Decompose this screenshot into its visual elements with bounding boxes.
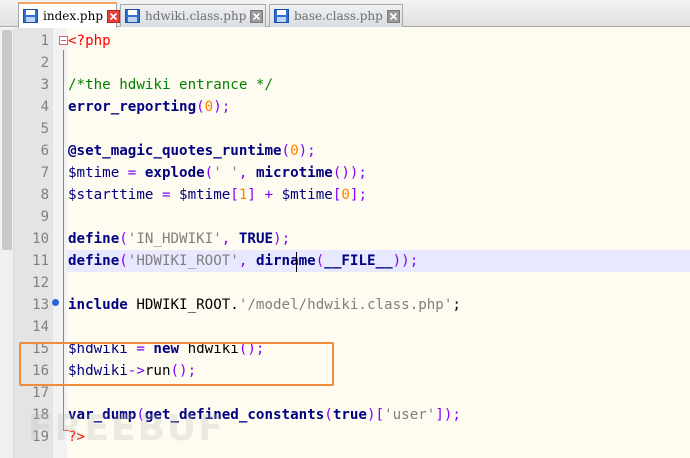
code-text[interactable]: define('IN_HDWIKI', TRUE); — [68, 228, 290, 250]
line-number: 6 — [40, 143, 49, 159]
code-line: 10 define('IN_HDWIKI', TRUE); — [0, 228, 690, 250]
code-line: 7 $mtime = explode(' ', microtime()); — [0, 162, 690, 184]
line-number: 8 — [40, 187, 49, 203]
code-line: 4 error_reporting(0); — [0, 96, 690, 118]
code-line: 9 — [0, 206, 690, 228]
line-number: 13 — [32, 297, 49, 313]
save-file-icon — [125, 9, 140, 23]
line-number: 14 — [32, 319, 49, 335]
tab-label: hdwiki.class.php — [145, 9, 247, 23]
code-line: 5 — [0, 118, 690, 140]
code-text[interactable]: @set_magic_quotes_runtime(0); — [68, 140, 316, 162]
current-code-line: 11 define('HDWIKI_ROOT', dirname(__FILE_… — [0, 250, 690, 272]
tab-base-class-php[interactable]: base.class.php — [269, 4, 403, 27]
code-line: 6 @set_magic_quotes_runtime(0); — [0, 140, 690, 162]
code-line: 1 <?php — [0, 30, 690, 52]
line-number: 4 — [40, 99, 49, 115]
tab-index-php[interactable]: index.php — [18, 2, 121, 28]
line-number: 2 — [40, 55, 49, 71]
code-line: 12 — [0, 272, 690, 294]
tab-hdwiki-class-php[interactable]: hdwiki.class.php — [120, 4, 266, 27]
line-number: 3 — [40, 77, 49, 93]
code-text[interactable]: include HDWIKI_ROOT.'/model/hdwiki.class… — [68, 294, 461, 316]
annotation-highlight-box — [19, 342, 334, 386]
line-number: 9 — [40, 209, 49, 225]
code-line: 8 $starttime = $mtime[1] + $mtime[0]; — [0, 184, 690, 206]
line-number: 11 — [32, 253, 49, 269]
code-line: 3 /*the hdwiki entrance */ — [0, 74, 690, 96]
line-number: 1 — [40, 33, 49, 49]
line-number: 12 — [32, 275, 49, 291]
code-text[interactable]: <?php — [68, 30, 111, 52]
code-text[interactable]: $starttime = $mtime[1] + $mtime[0]; — [68, 184, 367, 206]
close-icon[interactable] — [386, 9, 400, 23]
tab-label: base.class.php — [294, 9, 383, 23]
code-line: 14 — [0, 316, 690, 338]
close-icon[interactable] — [250, 9, 264, 23]
save-file-icon — [274, 9, 289, 23]
line-number: 7 — [40, 165, 49, 181]
code-line: 2 — [0, 52, 690, 74]
bookmark-marker-icon[interactable] — [52, 299, 59, 306]
tab-bar: index.php hdwiki.class.php base.class.ph… — [0, 0, 690, 28]
close-icon[interactable] — [107, 9, 121, 23]
text-caret — [296, 252, 297, 272]
code-text[interactable]: define('HDWIKI_ROOT', dirname(__FILE__))… — [68, 250, 418, 272]
line-number: 5 — [40, 121, 49, 137]
code-text[interactable]: $mtime = explode(' ', microtime()); — [68, 162, 367, 184]
tab-label: index.php — [43, 9, 104, 23]
code-text[interactable]: error_reporting(0); — [68, 96, 230, 118]
save-file-icon — [23, 9, 38, 23]
line-number: 10 — [32, 231, 49, 247]
watermark: FREEBUF — [28, 408, 225, 449]
code-line: 13 include HDWIKI_ROOT.'/model/hdwiki.cl… — [0, 294, 690, 316]
code-text[interactable]: /*the hdwiki entrance */ — [68, 74, 273, 96]
